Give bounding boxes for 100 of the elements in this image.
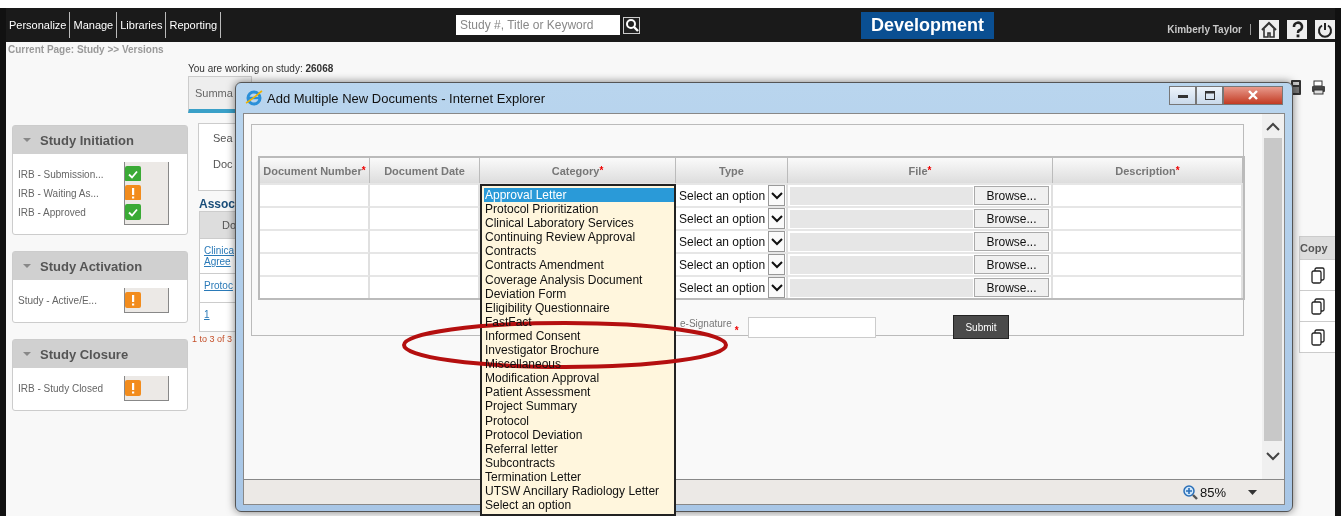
copy-icon: [1310, 328, 1326, 346]
dropdown-option[interactable]: Protocol Deviation: [484, 427, 674, 442]
browse-button[interactable]: Browse...: [974, 278, 1049, 297]
dropdown-option[interactable]: Informed Consent: [484, 328, 674, 344]
panel-header[interactable]: Study Initiation: [13, 126, 187, 154]
browse-button[interactable]: Browse...: [974, 232, 1049, 251]
close-button[interactable]: [1223, 85, 1283, 105]
environment-badge: Development: [861, 11, 995, 39]
search-icon: [624, 18, 639, 32]
close-icon: [1248, 90, 1258, 100]
panel-title: Study Activation: [40, 258, 143, 274]
file-path-field[interactable]: [790, 186, 973, 205]
milestone-label: IRB - Submission...: [18, 168, 104, 180]
dropdown-option[interactable]: Contracts: [484, 244, 674, 259]
breadcrumb: Current Page: Study >> Versions: [7, 43, 165, 55]
panel-header[interactable]: Study Closure: [13, 340, 187, 368]
nav-menu-item[interactable]: Personalize: [6, 12, 71, 38]
signature-field[interactable]: [748, 316, 876, 338]
field-label: Doc: [213, 158, 234, 170]
nav-menu-item[interactable]: Reporting: [166, 12, 222, 38]
dropdown-option[interactable]: Deviation Form: [484, 286, 674, 301]
study-info: You are working on study: 26068: [188, 63, 335, 74]
panel-title: Study Initiation: [40, 132, 134, 148]
maximize-icon: [1204, 90, 1215, 100]
dropdown-option[interactable]: Referral letter: [484, 441, 674, 456]
home-icon: [1260, 20, 1278, 38]
dropdown-option[interactable]: Contracts Amendment: [484, 258, 674, 273]
required-mark: *: [599, 165, 604, 176]
chevron-down-icon: [770, 191, 783, 200]
column-header: Category: [551, 164, 600, 177]
column-header: File: [908, 164, 928, 177]
search-button[interactable]: [623, 16, 640, 34]
dropdown-option[interactable]: Patient Assessment: [484, 385, 674, 400]
scrollbar[interactable]: [1262, 114, 1284, 479]
required-mark: *: [1175, 165, 1180, 176]
minimize-button[interactable]: [1169, 85, 1196, 105]
required-mark: *: [927, 165, 932, 176]
dropdown-option[interactable]: Modification Approval: [484, 371, 674, 386]
field-label: Sea: [213, 132, 234, 144]
browse-button[interactable]: Browse...: [974, 209, 1049, 228]
copy-icon: [1310, 266, 1326, 284]
copy-button[interactable]: [1310, 266, 1326, 284]
submit-button[interactable]: Submit: [953, 315, 1009, 339]
column-header: Document Date: [384, 164, 465, 177]
panel-title: Study Closure: [40, 346, 129, 362]
help-button[interactable]: [1287, 19, 1307, 39]
dropdown-option[interactable]: FastFact: [484, 314, 674, 329]
dropdown-option[interactable]: Clinical Laboratory Services: [484, 216, 674, 231]
chevron-down-icon: [770, 237, 783, 246]
dropdown-option[interactable]: Subcontracts: [484, 455, 674, 470]
copy-button[interactable]: [1310, 297, 1326, 315]
home-button[interactable]: [1259, 19, 1279, 39]
dropdown-option[interactable]: Continuing Review Approval: [484, 230, 674, 245]
file-path-field[interactable]: [790, 209, 973, 228]
zoom-icon: [1182, 484, 1198, 500]
zoom-level[interactable]: 85%: [1199, 484, 1226, 500]
column-header: Copy: [1300, 237, 1335, 259]
column-header: Description: [1115, 164, 1176, 177]
dropdown-option[interactable]: Investigator Brochure: [484, 343, 674, 358]
dropdown-option[interactable]: Project Summary: [484, 399, 674, 414]
file-path-field[interactable]: [790, 232, 973, 251]
dropdown-option[interactable]: UTSW Ancillary Radiology Letter: [484, 483, 674, 499]
print-button[interactable]: [1310, 79, 1327, 96]
browser-logo-icon: [245, 89, 263, 107]
chevron-down-icon: [770, 214, 783, 223]
browse-button[interactable]: Browse...: [974, 255, 1049, 274]
dropdown-option[interactable]: Termination Letter: [484, 469, 674, 484]
scroll-down-icon[interactable]: [1266, 451, 1280, 461]
dropdown-option[interactable]: Protocol: [484, 413, 674, 428]
scroll-up-icon[interactable]: [1266, 122, 1280, 132]
nav-menu-item[interactable]: Manage: [70, 12, 118, 38]
chevron-down-icon: [770, 283, 783, 292]
dropdown-option[interactable]: Coverage Analysis Document: [484, 272, 674, 287]
required-mark: *: [361, 165, 366, 176]
printer-icon: [1311, 80, 1326, 95]
panel-header[interactable]: Study Activation: [13, 252, 187, 280]
pager-text: 1 to 3 of 3: [192, 334, 233, 344]
milestone-label: IRB - Study Closed: [18, 382, 104, 394]
column-header: Type: [719, 164, 744, 177]
scrollbar-thumb[interactable]: [1264, 138, 1282, 441]
dropdown-option[interactable]: Eligibility Questionnaire: [484, 300, 674, 315]
window-title: Add Multiple New Documents - Internet Explorer: [267, 90, 546, 106]
column-header: Document Number: [263, 164, 362, 177]
maximize-button[interactable]: [1196, 85, 1223, 105]
milestone-label: IRB - Waiting As...: [18, 187, 99, 199]
milestone-label: IRB - Approved: [18, 206, 86, 218]
dropdown-option[interactable]: Protocol Prioritization: [484, 202, 674, 217]
copy-icon: [1310, 297, 1326, 315]
file-path-field[interactable]: [790, 278, 973, 297]
browse-button[interactable]: Browse...: [974, 186, 1049, 205]
file-path-field[interactable]: [790, 255, 973, 274]
required-mark: *: [734, 325, 739, 336]
nav-menu-item[interactable]: Libraries: [117, 12, 167, 38]
dropdown-option[interactable]: Select an option: [484, 498, 674, 513]
chevron-down-icon: [770, 260, 783, 269]
category-dropdown-list[interactable]: [480, 184, 676, 516]
copy-button[interactable]: [1310, 328, 1326, 346]
power-button[interactable]: [1315, 19, 1335, 39]
caret-icon[interactable]: [1248, 489, 1257, 495]
user-name[interactable]: Kimberly Taylor: [1167, 23, 1251, 35]
